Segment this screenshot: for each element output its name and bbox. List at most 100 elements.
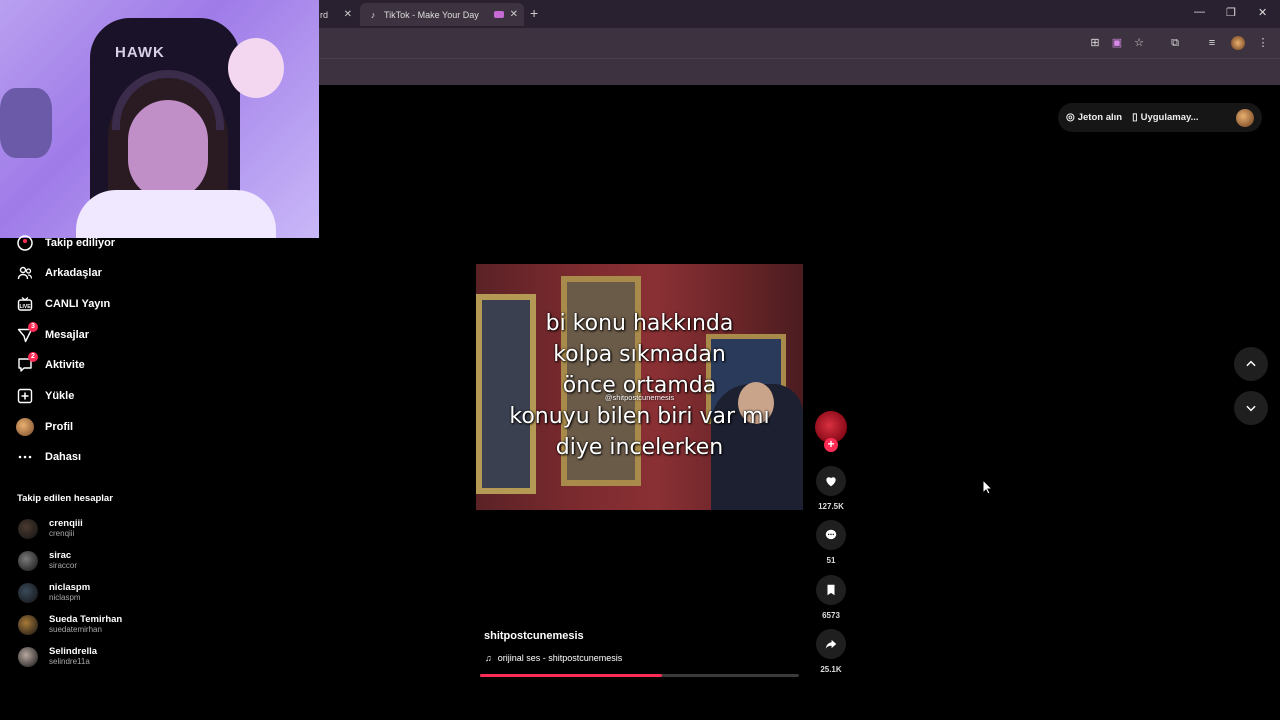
notification-badge: 3 xyxy=(28,322,38,332)
heart-icon xyxy=(826,477,836,487)
following-accounts-title: Takip edilen hesaplar xyxy=(17,493,113,504)
like-action: 127.5K xyxy=(815,466,847,511)
bookmark-star-icon[interactable]: ☆ xyxy=(1132,36,1146,50)
profile-avatar xyxy=(16,418,34,436)
share-count: 25.1K xyxy=(820,665,842,674)
get-app-button[interactable]: ▯ Uygulamay... xyxy=(1132,112,1198,123)
caption-line: diye incelerken xyxy=(555,435,724,460)
bookmark-icon xyxy=(827,584,835,596)
close-tab-icon[interactable]: ✕ xyxy=(344,9,352,20)
account-name: sirac xyxy=(49,550,72,561)
comment-count: 51 xyxy=(826,556,836,565)
sidebar-item-label: CANLI Yayın xyxy=(45,298,111,310)
video-player[interactable]: bi konu hakkında kolpa sıkmadan önce ortam… xyxy=(476,264,803,510)
previous-video-button[interactable] xyxy=(1234,347,1268,381)
follow-plus-button[interactable]: + xyxy=(824,438,838,452)
following-account-item[interactable]: sirac siraccor xyxy=(18,550,77,571)
plush-toy-pink xyxy=(228,38,284,98)
close-window-icon[interactable]: ✕ xyxy=(1258,6,1267,19)
extensions-icon[interactable]: ⧉ xyxy=(1168,36,1182,50)
chevron-up-icon xyxy=(1246,360,1256,367)
plush-toy xyxy=(0,88,52,158)
sidebar-item-yükle[interactable]: Yükle xyxy=(16,387,74,405)
cast-icon[interactable]: ▣ xyxy=(1110,36,1124,50)
account-username: suedatemirhan xyxy=(49,625,102,634)
next-video-button[interactable] xyxy=(1234,391,1268,425)
video-music[interactable]: ♫ orijinal ses - shitpostcunemesis xyxy=(485,653,622,663)
account-username: crenqiii xyxy=(49,529,75,538)
svg-text:LIVE: LIVE xyxy=(19,304,31,310)
sidebar-item-label: Arkadaşlar xyxy=(45,267,102,279)
notification-badge: 2 xyxy=(28,352,38,362)
streamer-face xyxy=(128,100,208,200)
pointer-icon xyxy=(982,478,994,495)
following-account-item[interactable]: crenqiii crenqiii xyxy=(18,518,83,539)
account-avatar xyxy=(18,646,38,667)
music-note-icon: ♫ xyxy=(485,653,492,663)
upload-icon xyxy=(16,387,34,405)
following-account-item[interactable]: Sueda Temirhan suedatemirhan xyxy=(18,614,122,635)
new-tab-icon[interactable]: + xyxy=(530,5,538,21)
video-author[interactable]: shitpostcunemesis xyxy=(484,630,584,642)
sidebar-item-profil[interactable]: Profil xyxy=(16,418,73,436)
phone-icon: ▯ xyxy=(1132,112,1138,123)
restore-icon[interactable]: ❐ xyxy=(1226,6,1236,19)
more-icon xyxy=(16,448,34,466)
sidebar-item-canli-yayın[interactable]: LIVE CANLI Yayın xyxy=(16,295,110,313)
sidebar-item-label: Aktivite xyxy=(45,359,85,371)
tab-title: TikTok - Make Your Day xyxy=(384,9,479,20)
comment-button[interactable] xyxy=(816,520,846,550)
account-avatar xyxy=(18,582,38,603)
sidebar-item-aktivite[interactable]: 2 Aktivite xyxy=(16,352,85,374)
save-count: 6573 xyxy=(822,611,840,620)
save-action: 6573 xyxy=(815,575,847,620)
account-avatar xyxy=(18,550,38,571)
profile-avatar-icon[interactable] xyxy=(1231,36,1245,50)
menu-kebab-icon[interactable]: ⋮ xyxy=(1256,36,1270,50)
account-name: niclaspm xyxy=(49,582,91,593)
like-count: 127.5K xyxy=(818,502,844,511)
account-text: crenqiii crenqiii xyxy=(49,518,83,539)
video-progress-bar[interactable] xyxy=(480,674,799,677)
streamer-shirt xyxy=(76,190,276,238)
sidebar-item-dahası[interactable]: Dahası xyxy=(16,448,81,466)
friends-icon xyxy=(16,264,34,282)
get-coins-button[interactable]: ◎ Jeton alın xyxy=(1066,112,1122,123)
sidebar-item-takip-ediliyor[interactable]: Takip ediliyor xyxy=(16,234,115,252)
video-caption: bi konu hakkında kolpa sıkmadan önce ortam… xyxy=(476,308,803,463)
sidebar-item-arkadaşlar[interactable]: Arkadaşlar xyxy=(16,264,102,282)
browser-tab-tiktok[interactable]: ♪ TikTok - Make Your Day ✕ xyxy=(360,3,524,26)
media-control-icon[interactable]: ≡ xyxy=(1205,36,1219,50)
share-action: 25.1K xyxy=(815,629,847,674)
sidebar-item-mesajlar[interactable]: 3 Mesajlar xyxy=(16,322,89,344)
caption-line: kolpa sıkmadan xyxy=(553,342,726,367)
tiktok-favicon-icon: ♪ xyxy=(370,9,376,20)
account-text: Sueda Temirhan suedatemirhan xyxy=(49,614,122,635)
account-text: sirac siraccor xyxy=(49,550,77,571)
account-name: Selindrella xyxy=(49,646,98,657)
get-app-label: Uygulamay... xyxy=(1140,112,1199,123)
get-coins-label: Jeton alın xyxy=(1077,112,1123,123)
account-username: niclaspm xyxy=(49,593,81,602)
tab-media-icon[interactable] xyxy=(494,11,504,18)
account-name: Sueda Temirhan xyxy=(49,614,123,625)
comment-action: 51 xyxy=(815,520,847,565)
user-avatar[interactable] xyxy=(1236,108,1254,127)
share-button[interactable] xyxy=(816,629,846,659)
account-username: selindre11a xyxy=(49,657,90,666)
minimize-icon[interactable]: — xyxy=(1194,6,1205,18)
sidebar-item-label: Yükle xyxy=(45,390,75,402)
following-account-item[interactable]: niclaspm niclaspm xyxy=(18,582,90,603)
comment-icon xyxy=(825,529,837,540)
account-name: crenqiii xyxy=(49,518,83,529)
live-icon: LIVE xyxy=(16,295,34,313)
save-button[interactable] xyxy=(816,575,846,605)
chevron-down-icon xyxy=(1246,405,1256,412)
close-tab-icon[interactable]: ✕ xyxy=(510,9,518,20)
sidebar-item-label: Dahası xyxy=(45,451,82,463)
top-right-actions: ◎ Jeton alın ▯ Uygulamay... xyxy=(1058,103,1262,132)
following-account-item[interactable]: Selindrella selindre11a xyxy=(18,646,97,667)
translate-icon[interactable]: ⊞ xyxy=(1088,36,1102,50)
like-button[interactable] xyxy=(816,466,846,496)
caption-line: konuyu bilen biri var mı xyxy=(509,404,770,429)
